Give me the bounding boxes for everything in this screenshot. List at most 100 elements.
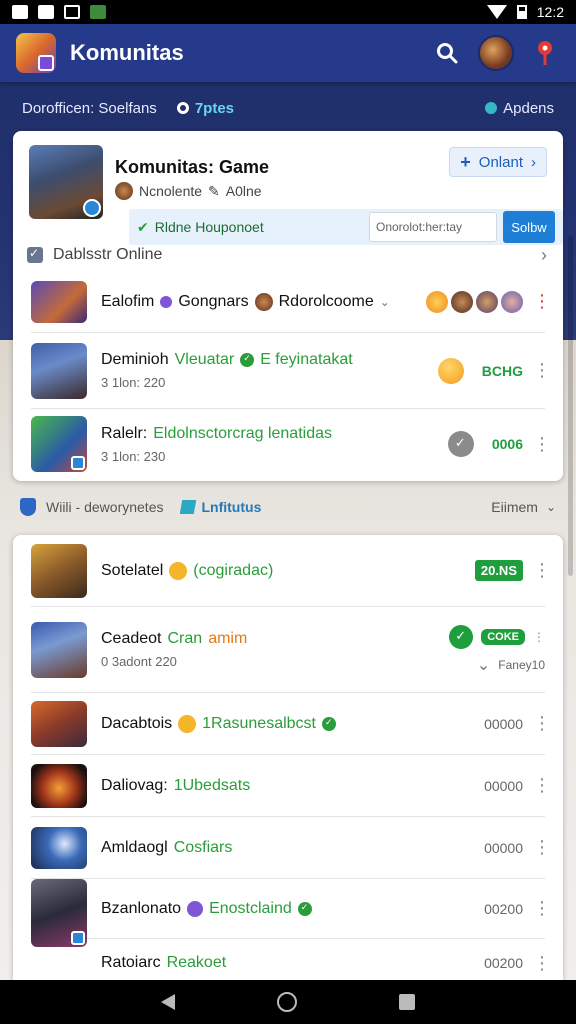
back-icon[interactable] [161, 994, 175, 1010]
title-text: Cosfiars [173, 838, 233, 856]
dot-icon [160, 295, 173, 308]
chevron-right-icon: › [531, 153, 536, 171]
clock: 12:2 [536, 4, 564, 20]
member-avatar [476, 290, 498, 313]
dot-icon [187, 900, 204, 917]
list-item[interactable]: Bzanlonato Enostclaind 00200 ⋮ [31, 878, 551, 947]
status-bar: 12:2 [0, 0, 576, 24]
more-options-icon[interactable]: ⋮ [533, 360, 551, 381]
more-options-icon[interactable]: ⋮ [533, 630, 545, 644]
more-options-icon[interactable]: ⋮ [533, 713, 551, 734]
more-options-icon[interactable]: ⋮ [533, 434, 551, 455]
verified-icon [297, 901, 312, 916]
game-thumbnail [31, 621, 87, 678]
list-item-title: Amldaogl Cosfiars [101, 839, 476, 857]
more-options-icon[interactable]: ⋮ [533, 837, 551, 858]
emoji-icon [437, 357, 464, 384]
check-icon: ✔ [137, 218, 149, 235]
list-item-subtitle: 3 1lon: 230 [101, 448, 166, 464]
list-item[interactable]: Amldaogl Cosfiars 00000 ⋮ [31, 817, 551, 879]
list-item[interactable]: Ralelr: Eldolnsctorcrag lenatidas 3 1lon… [31, 409, 551, 479]
score-value: 00200 [484, 955, 523, 971]
tag-icon: ✎ [208, 182, 220, 199]
online-button[interactable]: + Onlant › [449, 147, 547, 177]
tab-topics[interactable]: 7ptes [176, 100, 234, 117]
location-button[interactable] [530, 38, 560, 68]
more-options-icon[interactable]: ⋮ [533, 291, 551, 312]
filter-row: Wiili - deworynetes Lnfitutus Eiimem ⌄ [20, 494, 556, 520]
list-item-subtitle: 0 3adont 220 [101, 654, 177, 669]
badge-icon [71, 456, 85, 470]
arrow-down-icon: ⌄ [476, 656, 491, 674]
game-thumbnail [31, 342, 87, 399]
member-avatars [426, 290, 523, 313]
game-thumbnail [31, 826, 87, 869]
game-cover-image[interactable] [29, 145, 103, 219]
title-text: Deminioh [101, 351, 169, 368]
emoji-icon [178, 714, 197, 733]
filter-label[interactable]: Wiili - deworynetes [46, 499, 163, 515]
notification-icon [12, 5, 28, 19]
search-button[interactable] [432, 38, 462, 68]
list-item-title: Dacabtois 1Rasunesalbcst [101, 714, 476, 733]
notification-icon [64, 5, 80, 19]
title-text: Daliovag: [101, 776, 168, 794]
more-options-icon[interactable]: ⋮ [533, 775, 551, 796]
tab-updates[interactable]: Apdens [485, 100, 554, 117]
title-text: 1Rasunesalbcst [202, 714, 316, 732]
tab-main[interactable]: Dorofficen: Soelfans [22, 100, 157, 117]
list-item-subtitle: 3 1lon: 220 [101, 375, 166, 390]
game-list-card: Sotelatel (cogiradac) 20.NS ⋮ Ceadeot Cr… [13, 535, 563, 980]
game-thumbnail [31, 878, 87, 947]
ring-icon [176, 102, 189, 114]
flag-icon [180, 500, 197, 514]
community-subtitle: Ncnolente ✎ A0lne [115, 182, 262, 200]
score-value: 00000 [484, 839, 523, 856]
wifi-icon [486, 5, 507, 19]
list-item[interactable]: Ceadeot Cran amim 0 3adont 220 COKE ⋮ ⌄ … [31, 607, 545, 693]
more-options-icon[interactable]: ⋮ [533, 898, 551, 919]
list-item-title: Daliovag: 1Ubedsats [101, 777, 476, 795]
search-icon [437, 43, 458, 64]
member-avatar [501, 290, 523, 313]
title-text: Enostclaind [209, 899, 292, 917]
list-item[interactable]: Dacabtois 1Rasunesalbcst 00000 ⋮ [31, 693, 551, 755]
filter-tab[interactable]: Lnfitutus [180, 499, 261, 515]
profile-avatar[interactable] [478, 35, 514, 71]
submit-button[interactable]: Solbw [503, 211, 555, 243]
emoji-icon [426, 290, 448, 313]
tab-updates-label: Apdens [503, 99, 554, 117]
more-options-icon[interactable]: ⋮ [533, 560, 551, 581]
tab-row: Dorofficen: Soelfans 7ptes Apdens [0, 90, 576, 126]
list-item[interactable]: Deminioh Vleuatar E feyinatakat 3 1lon: … [31, 333, 551, 409]
shield-icon [20, 498, 36, 516]
chevron-down-icon: ⌄ [545, 500, 556, 514]
list-item[interactable]: Daliovag: 1Ubedsats 00000 ⋮ [31, 755, 551, 817]
title-text: Rdorolcoome [278, 292, 374, 310]
game-thumbnail [31, 416, 87, 472]
app-bar: Komunitas [0, 24, 576, 82]
section-header[interactable]: Dablsstr Online › [27, 241, 547, 269]
title-text: 1Ubedsats [173, 776, 251, 794]
game-thumbnail [31, 543, 87, 598]
list-item-title: Sotelatel (cogiradac) [101, 561, 467, 580]
recent-apps-icon[interactable] [399, 994, 415, 1010]
hero-section: Komunitas: Game Ncnolente ✎ A0lne + Onla… [29, 145, 563, 245]
scrollbar[interactable] [568, 236, 573, 576]
search-input[interactable]: Onorolot:her:tay [369, 212, 497, 242]
list-item[interactable]: Sotelatel (cogiradac) 20.NS ⋮ [31, 535, 551, 607]
title-text: Vleuatar [174, 351, 235, 368]
game-thumbnail [31, 700, 87, 747]
title-text: Ralelr: [101, 424, 148, 442]
checkbox-icon[interactable] [27, 246, 43, 263]
list-item[interactable]: Ealofim Gongnars Rdorolcoome ⌄ ⋮ [31, 271, 551, 333]
sort-dropdown[interactable]: Eiimem ⌄ [491, 499, 556, 515]
title-text: Ratoiarc [101, 954, 161, 971]
community-title: Komunitas: Game [115, 157, 270, 177]
home-icon[interactable] [277, 992, 297, 1012]
status-badge: COKE [481, 628, 525, 645]
battery-icon [516, 5, 527, 19]
community-card: Komunitas: Game Ncnolente ✎ A0lne + Onla… [13, 131, 563, 481]
more-options-icon[interactable]: ⋮ [533, 953, 551, 974]
title-text: Dacabtois [101, 714, 173, 732]
